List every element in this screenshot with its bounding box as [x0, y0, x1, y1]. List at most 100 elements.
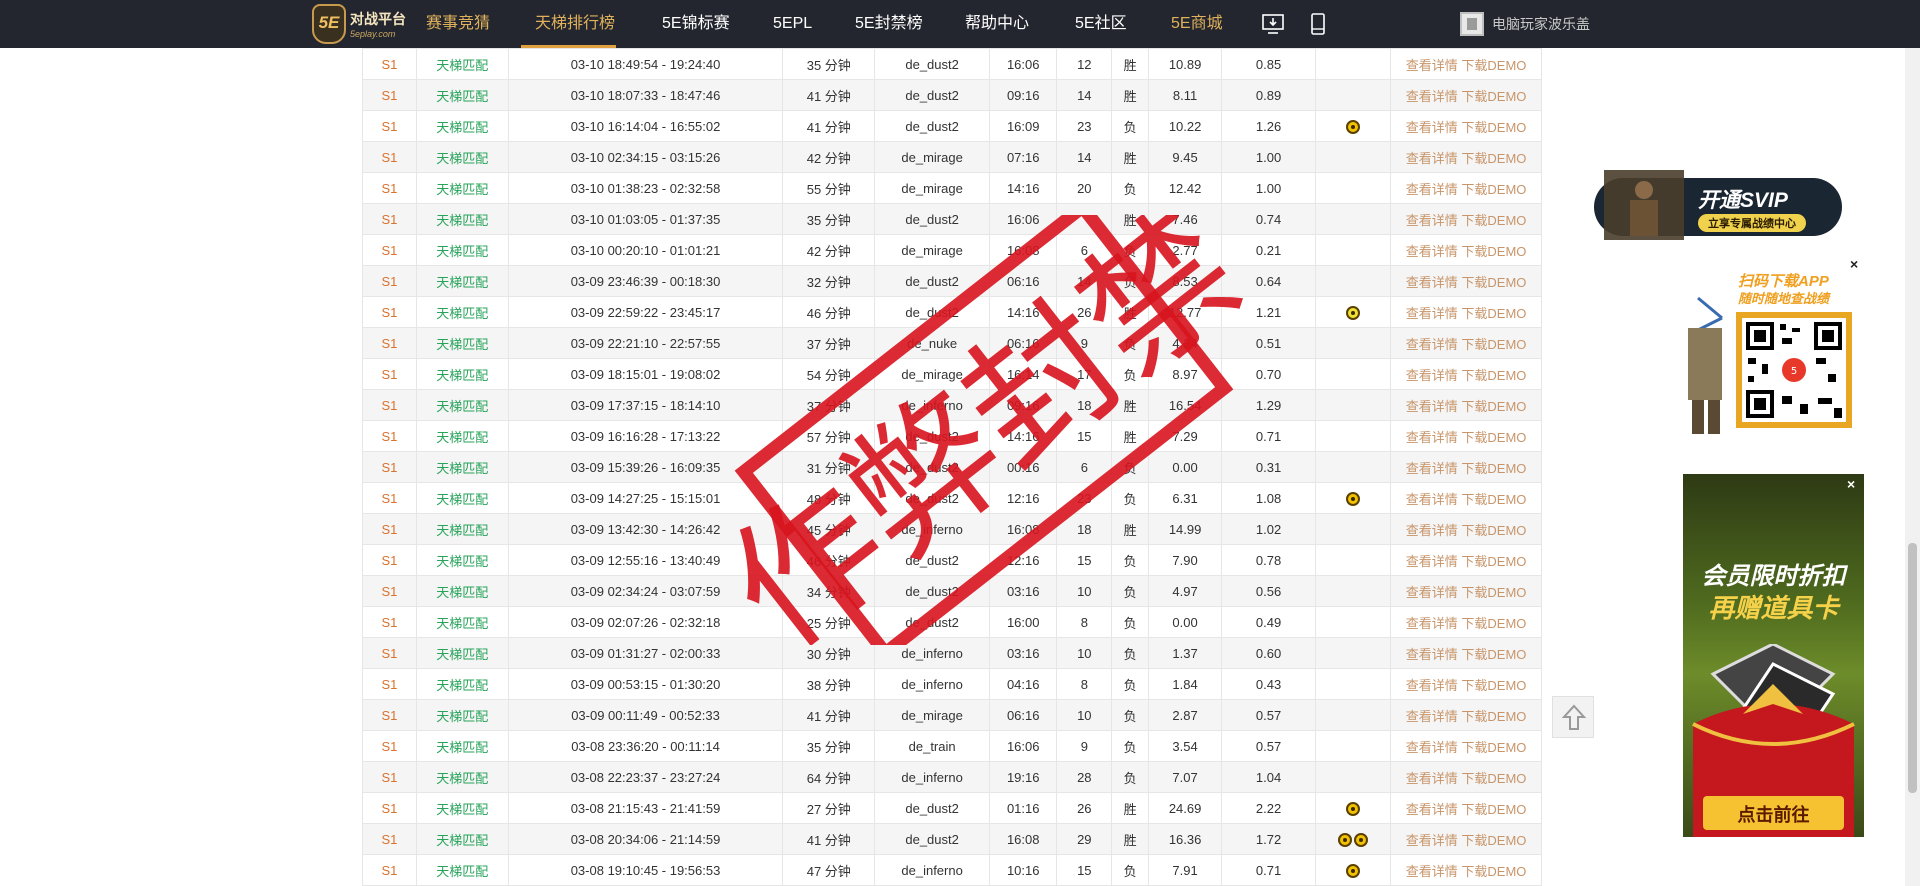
download-demo-link[interactable]: 下载DEMO [1461, 430, 1526, 445]
view-details-link[interactable]: 查看详情 [1406, 244, 1458, 259]
view-details-link[interactable]: 查看详情 [1406, 740, 1458, 755]
kd-cell: 1.00 [1221, 141, 1316, 173]
view-details-link[interactable]: 查看详情 [1406, 461, 1458, 476]
download-demo-link[interactable]: 下载DEMO [1461, 802, 1526, 817]
nav-item-championship[interactable]: 5E锦标赛 [662, 0, 730, 48]
nav-item-betting[interactable]: 赛事竞猜 [426, 0, 490, 48]
view-details-link[interactable]: 查看详情 [1406, 213, 1458, 228]
view-details-link[interactable]: 查看详情 [1406, 678, 1458, 693]
download-demo-link[interactable]: 下载DEMO [1461, 864, 1526, 879]
nav-item-ladder-ranking[interactable]: 天梯排行榜 [535, 0, 615, 48]
view-details-link[interactable]: 查看详情 [1406, 89, 1458, 104]
download-demo-link[interactable]: 下载DEMO [1461, 771, 1526, 786]
view-details-link[interactable]: 查看详情 [1406, 120, 1458, 135]
view-details-link[interactable]: 查看详情 [1406, 492, 1458, 507]
rating-cell: 3.54 [1147, 730, 1223, 762]
season-cell: S1 [362, 637, 417, 669]
app-download-qr-ad[interactable]: × 扫码下载APP 随时随地查战绩 5 [1688, 256, 1858, 456]
download-demo-link[interactable]: 下载DEMO [1461, 678, 1526, 693]
rating-cell: 7.91 [1147, 854, 1223, 886]
medal-cell [1314, 451, 1392, 483]
download-demo-link[interactable]: 下载DEMO [1461, 244, 1526, 259]
monitor-download-icon[interactable] [1262, 13, 1284, 35]
kills-cell: 10 [1056, 699, 1113, 731]
download-demo-link[interactable]: 下载DEMO [1461, 182, 1526, 197]
view-details-link[interactable]: 查看详情 [1406, 151, 1458, 166]
download-demo-link[interactable]: 下载DEMO [1461, 58, 1526, 73]
rating-cell: 4.34 [1147, 327, 1223, 359]
download-demo-link[interactable]: 下载DEMO [1461, 740, 1526, 755]
close-icon[interactable]: × [1847, 476, 1855, 492]
kd-cell: 1.26 [1221, 110, 1316, 142]
download-demo-link[interactable]: 下载DEMO [1461, 616, 1526, 631]
view-details-link[interactable]: 查看详情 [1406, 585, 1458, 600]
download-demo-link[interactable]: 下载DEMO [1461, 492, 1526, 507]
download-demo-link[interactable]: 下载DEMO [1461, 89, 1526, 104]
download-demo-link[interactable]: 下载DEMO [1461, 833, 1526, 848]
view-details-link[interactable]: 查看详情 [1406, 864, 1458, 879]
score-cell: 14:16 [989, 296, 1058, 328]
phone-icon[interactable] [1307, 13, 1329, 35]
view-details-link[interactable]: 查看详情 [1406, 306, 1458, 321]
download-demo-link[interactable]: 下载DEMO [1461, 554, 1526, 569]
close-icon[interactable]: × [1850, 256, 1858, 272]
download-demo-link[interactable]: 下载DEMO [1461, 306, 1526, 321]
download-demo-link[interactable]: 下载DEMO [1461, 368, 1526, 383]
promo-line-2: 再赠道具卡 [1708, 593, 1839, 623]
download-demo-link[interactable]: 下载DEMO [1461, 151, 1526, 166]
download-demo-link[interactable]: 下载DEMO [1461, 647, 1526, 662]
svip-ad[interactable]: 开通SVIP 立享专属战绩中心 [1594, 170, 1844, 240]
download-demo-link[interactable]: 下载DEMO [1461, 399, 1526, 414]
duration-cell: 25 分钟 [782, 606, 876, 638]
site-logo[interactable]: 5E 对战平台 5eplay.com [312, 4, 442, 44]
view-details-link[interactable]: 查看详情 [1406, 709, 1458, 724]
view-details-link[interactable]: 查看详情 [1406, 771, 1458, 786]
view-details-link[interactable]: 查看详情 [1406, 554, 1458, 569]
avatar[interactable] [1460, 12, 1484, 36]
kd-cell: 0.71 [1221, 854, 1316, 886]
view-details-link[interactable]: 查看详情 [1406, 523, 1458, 538]
rating-cell: 8.53 [1147, 265, 1223, 297]
match-type-cell: 天梯匹配 [415, 420, 509, 452]
view-details-link[interactable]: 查看详情 [1406, 430, 1458, 445]
actions-cell: 查看详情 下载DEMO [1390, 79, 1542, 111]
promo-cta-button[interactable]: 点击前往 [1703, 801, 1844, 827]
view-details-link[interactable]: 查看详情 [1406, 58, 1458, 73]
scrollbar-thumb[interactable] [1908, 543, 1917, 793]
season-cell: S1 [362, 234, 417, 266]
view-details-link[interactable]: 查看详情 [1406, 182, 1458, 197]
view-details-link[interactable]: 查看详情 [1406, 399, 1458, 414]
nav-item-ban-list[interactable]: 5E封禁榜 [855, 0, 923, 48]
download-demo-link[interactable]: 下载DEMO [1461, 585, 1526, 600]
download-demo-link[interactable]: 下载DEMO [1461, 709, 1526, 724]
duration-cell: 42 分钟 [782, 234, 876, 266]
scroll-to-top-button[interactable] [1552, 696, 1594, 738]
nav-item-store[interactable]: 5E商城 [1171, 0, 1223, 48]
view-details-link[interactable]: 查看详情 [1406, 616, 1458, 631]
download-demo-link[interactable]: 下载DEMO [1461, 461, 1526, 476]
match-type-cell: 天梯匹配 [415, 823, 509, 855]
medal-cell [1314, 730, 1392, 762]
download-demo-link[interactable]: 下载DEMO [1461, 337, 1526, 352]
download-demo-link[interactable]: 下载DEMO [1461, 523, 1526, 538]
view-details-link[interactable]: 查看详情 [1406, 802, 1458, 817]
vertical-scrollbar[interactable] [1905, 48, 1920, 886]
match-type-cell: 天梯匹配 [415, 854, 509, 886]
nav-item-help-center[interactable]: 帮助中心 [965, 0, 1029, 48]
logo-5e-badge: 5E [312, 4, 346, 44]
download-demo-link[interactable]: 下载DEMO [1461, 120, 1526, 135]
view-details-link[interactable]: 查看详情 [1406, 833, 1458, 848]
download-demo-link[interactable]: 下载DEMO [1461, 275, 1526, 290]
map-cell: de_mirage [874, 699, 991, 731]
table-row: S1 天梯匹配 03-09 17:37:15 - 18:14:10 37 分钟 de_i… [362, 389, 1542, 421]
download-demo-link[interactable]: 下载DEMO [1461, 213, 1526, 228]
vip-discount-promo-ad[interactable]: × 会员限时折扣 再赠道具卡 点击前往 [1683, 474, 1864, 837]
username[interactable]: 电脑玩家波乐盖 [1492, 14, 1590, 34]
nav-item-5epl[interactable]: 5EPL [773, 0, 812, 48]
medal-cell [1314, 296, 1392, 328]
view-details-link[interactable]: 查看详情 [1406, 275, 1458, 290]
view-details-link[interactable]: 查看详情 [1406, 337, 1458, 352]
view-details-link[interactable]: 查看详情 [1406, 647, 1458, 662]
view-details-link[interactable]: 查看详情 [1406, 368, 1458, 383]
nav-item-community[interactable]: 5E社区 [1075, 0, 1127, 48]
